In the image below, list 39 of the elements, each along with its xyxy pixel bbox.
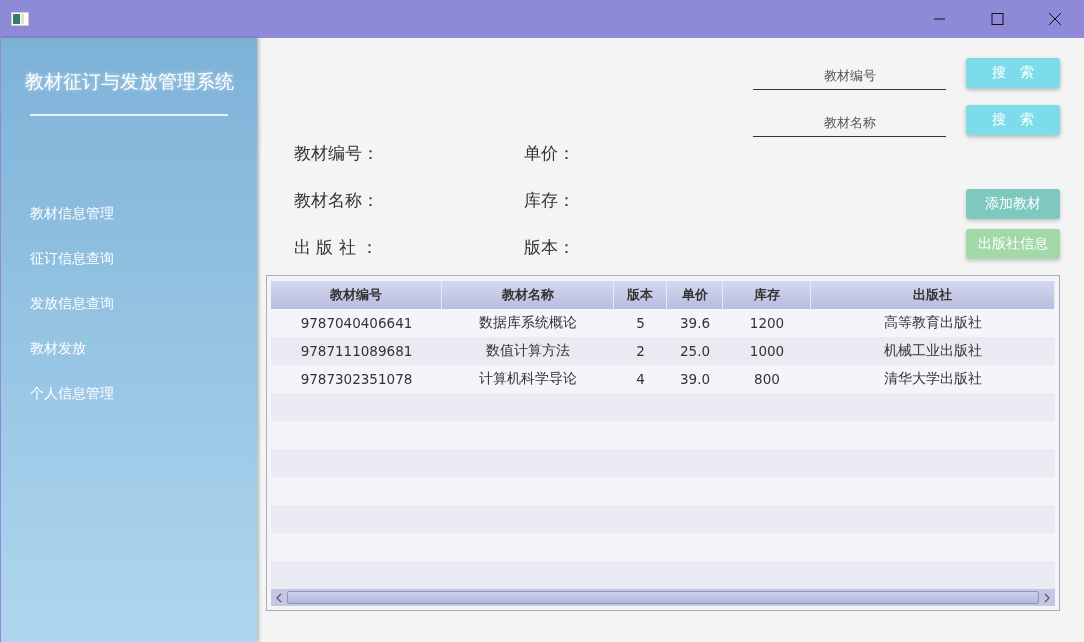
table-cell-text: 4 [635, 370, 646, 389]
search-button[interactable]: 搜 索 [966, 105, 1060, 135]
field-label: 出 版 社 ： [294, 236, 380, 259]
sidebar-item[interactable]: 发放信息查询 [30, 293, 114, 314]
table-cell-text: 数值计算方法 [485, 341, 571, 360]
search-field[interactable]: 教材编号 [753, 64, 946, 90]
table-cell-text: 机械工业出版社 [883, 341, 983, 360]
table-cell-text: 清华大学出版社 [883, 369, 983, 388]
app-icon [11, 12, 29, 26]
field-label: 教材名称： [294, 189, 380, 212]
table-cell-text: 2 [635, 342, 646, 361]
table-cell-text: 800 [753, 370, 781, 389]
table-cell-text: 9787040406641 [299, 314, 414, 333]
table-cell-text: 5 [635, 314, 646, 333]
sidebar-item[interactable]: 教材发放 [30, 338, 86, 359]
table-cell-text: 1000 [748, 342, 786, 361]
sidebar-item[interactable]: 征订信息查询 [30, 248, 114, 269]
field-label: 版本： [524, 236, 576, 259]
table-cell-text: 25.0 [678, 342, 712, 361]
table-cell-text: 计算机科学导论 [478, 369, 578, 388]
action-button[interactable]: 出版社信息 [966, 229, 1060, 259]
table-cell-text: 9787111089681 [299, 342, 414, 361]
sidebar-item[interactable]: 个人信息管理 [30, 383, 114, 404]
table-cell-text: 39.6 [678, 314, 712, 333]
field-label: 教材编号： [294, 142, 380, 165]
table-cell-text: 数据库系统概论 [478, 313, 578, 332]
table-cell-text: 1200 [748, 314, 786, 333]
action-button[interactable]: 添加教材 [966, 189, 1060, 219]
search-button[interactable]: 搜 索 [966, 58, 1060, 88]
table-cell-text: 高等教育出版社 [883, 313, 983, 332]
field-label: 库存： [524, 189, 576, 212]
search-field[interactable]: 教材名称 [753, 111, 946, 137]
table-cell-text: 9787302351078 [299, 370, 414, 389]
sidebar-item[interactable]: 教材信息管理 [30, 203, 114, 224]
scroll-thumb[interactable] [287, 591, 1039, 604]
horizontal-scrollbar[interactable] [271, 589, 1055, 606]
field-label: 单价： [524, 142, 576, 165]
table-cell-text: 39.0 [678, 370, 712, 389]
app-title: 教材征订与发放管理系统 [23, 69, 235, 94]
